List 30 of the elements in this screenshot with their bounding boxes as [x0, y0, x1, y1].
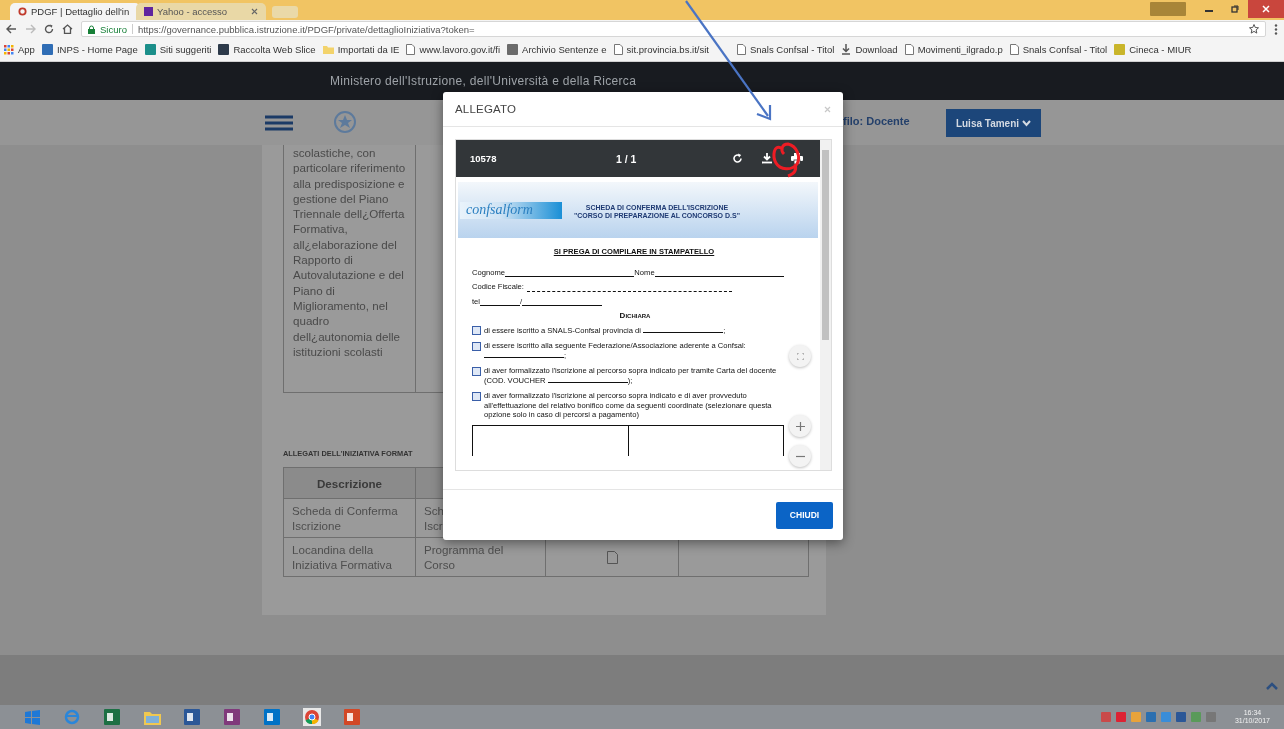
bookmark[interactable]: sit.provincia.bs.it/sit [613, 44, 709, 55]
bookmark[interactable]: www.lavoro.gov.it/fi [406, 44, 501, 55]
bookmark[interactable]: Archivio Sentenze e [507, 44, 607, 55]
table-cell: Scheda di Conferma Iscrizione [283, 498, 416, 538]
address-bar[interactable]: Sicuro https://governance.pubblica.istruzione.it/PDGF/private/dettaglioIniziativa?token= [81, 21, 1266, 37]
declare-heading: Dichiara [618, 311, 652, 321]
bookmark[interactable]: Importati da IE [322, 44, 400, 55]
bookmark[interactable]: INPS - Home Page [41, 44, 138, 55]
bookmark[interactable]: Snals Confsal - Titol [1009, 44, 1108, 55]
url-text: https://governance.pubblica.istruzione.it/PDGF/private/dettaglioIniziativa?token= [137, 23, 475, 35]
bookmark[interactable]: Raccolta Web Slice [218, 44, 316, 55]
document-logo: confsalform [460, 201, 562, 219]
description-text: scolastiche, con particolare riferimento alla predisposizione e gestione del Piano Triennale dell¿Offerta Formativa, all¿elaborazione del Rapporto di Autovalutazione e del Piano di Miglioramento, nel quadro dell¿autonomia delle istituzioni scolasti [284, 145, 416, 392]
page-counter: 1 / 1 [616, 152, 637, 165]
security-label: Sicuro [100, 23, 127, 35]
bookmark[interactable]: Cineca - MIUR [1114, 44, 1192, 55]
bookmark[interactable]: Snals Confsal - Titol [736, 44, 835, 55]
browser-tab[interactable]: Yahoo - accesso [136, 3, 266, 20]
close-button[interactable]: CHIUDI [776, 501, 833, 529]
document-name: 10578 [470, 153, 497, 164]
ministry-title: Ministero dell'Istruzione, dell'Università e della Ricerca [330, 74, 637, 88]
user-menu-button[interactable]: Luisa Tameni [946, 109, 1041, 137]
bookmark[interactable]: App [4, 44, 35, 55]
profile-label: filo: Docente [843, 115, 910, 127]
table-cell: Locandina della Iniziativa Formativa [283, 537, 416, 577]
bookmark[interactable]: Download [841, 44, 898, 55]
column-header: Descrizione [283, 467, 416, 499]
bookmark[interactable]: Movimenti_ilgrado.p [904, 44, 1003, 55]
bookmark[interactable]: Siti suggeriti [144, 44, 212, 55]
dialog-title: ALLEGATO [455, 103, 517, 115]
